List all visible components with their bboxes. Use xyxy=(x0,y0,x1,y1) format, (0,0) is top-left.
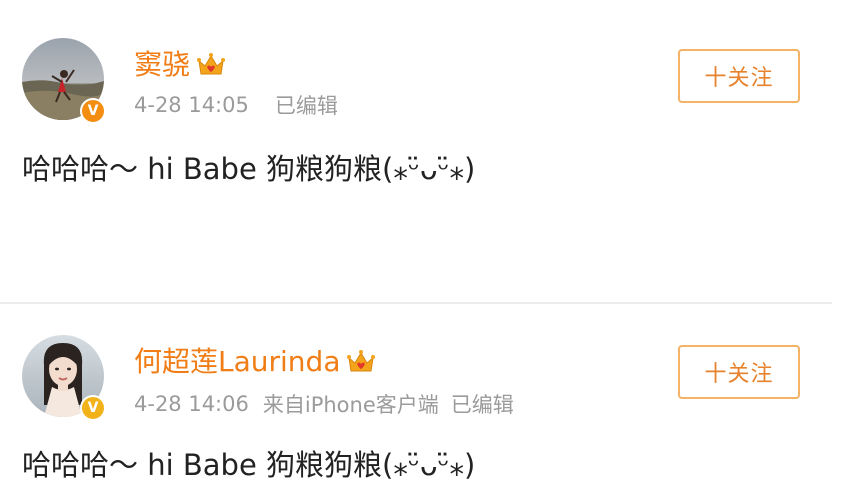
post-content: 哈哈哈～ hi Babe 狗粮狗粮(⁎ᵕ̈ᴗᵕ̈⁎) xyxy=(22,448,476,482)
avatar-wrapper[interactable]: V xyxy=(22,38,108,124)
username-link[interactable]: 窦骁 xyxy=(134,45,190,85)
verified-v-icon: V xyxy=(80,395,106,421)
edited-label: 已编辑 xyxy=(274,94,338,118)
post-time: 4-28 14:06 xyxy=(134,392,249,416)
user-name-row: 窦骁 xyxy=(134,45,226,85)
post-time: 4-28 14:05 xyxy=(134,93,249,117)
divider xyxy=(0,302,832,304)
avatar-wrapper[interactable]: V xyxy=(22,335,108,421)
vip-crown-icon[interactable] xyxy=(346,349,376,375)
post-source[interactable]: 来自iPhone客户端 xyxy=(263,389,439,419)
post-meta: 4-28 14:06 来自iPhone客户端 已编辑 xyxy=(134,389,514,419)
edited-label: 已编辑 xyxy=(450,393,514,417)
post-content: 哈哈哈～ hi Babe 狗粮狗粮(⁎ᵕ̈ᴗᵕ̈⁎) xyxy=(22,152,476,186)
post-card: V 何超莲Laurinda 4-28 14:06 来自iPhone客户端 已编辑… xyxy=(0,305,864,489)
weibo-feed: V 窦骁 4-28 14:05 已编辑 十关注 哈哈哈～ hi Babe 狗粮狗… xyxy=(0,0,864,489)
username-link[interactable]: 何超莲Laurinda xyxy=(134,342,340,382)
follow-button[interactable]: 十关注 xyxy=(678,49,800,103)
post-card: V 窦骁 4-28 14:05 已编辑 十关注 哈哈哈～ hi Babe 狗粮狗… xyxy=(0,0,864,300)
user-name-row: 何超莲Laurinda xyxy=(134,342,376,382)
vip-crown-icon[interactable] xyxy=(196,52,226,78)
verified-v-icon: V xyxy=(80,98,106,124)
follow-button[interactable]: 十关注 xyxy=(678,345,800,399)
post-meta: 4-28 14:05 已编辑 xyxy=(134,90,338,120)
